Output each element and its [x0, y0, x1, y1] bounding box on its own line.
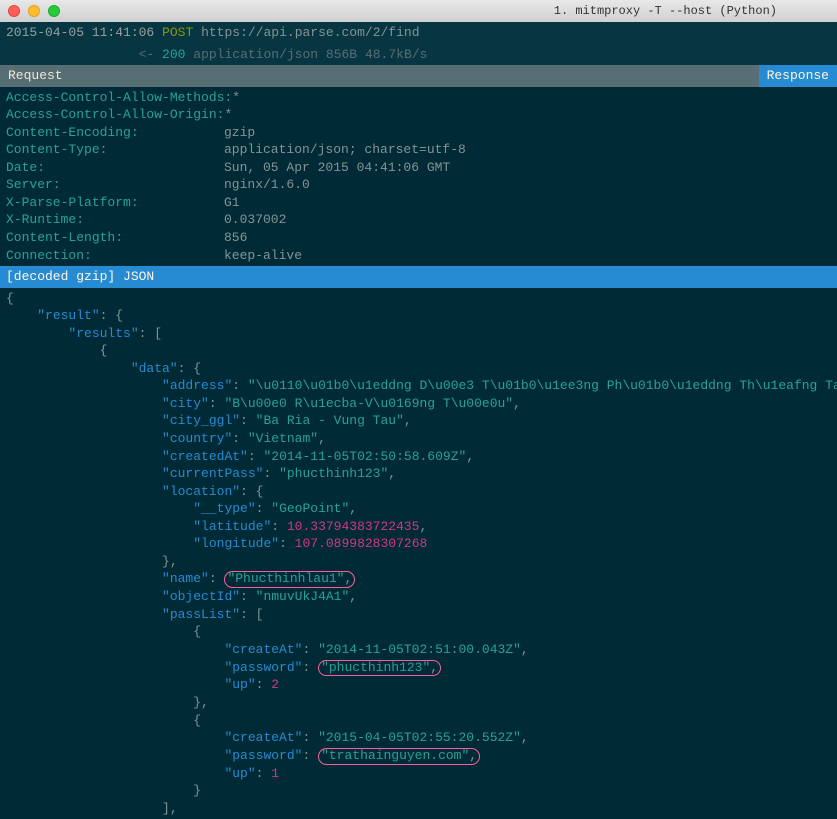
response-size: 856B	[326, 47, 357, 62]
header-key: Date:	[6, 159, 224, 177]
timestamp: 2015-04-05 11:41:06	[6, 25, 154, 40]
header-row: Access-Control-Allow-Origin:*	[6, 106, 831, 124]
header-val: *	[232, 89, 240, 107]
header-row: Content-Length:856	[6, 229, 831, 247]
window-title: 1. mitmproxy -T --host (Python)	[0, 4, 837, 18]
header-key: Content-Encoding:	[6, 124, 224, 142]
header-key: X-Parse-Platform:	[6, 194, 224, 212]
terminal-content: 2015-04-05 11:41:06 POST https://api.par…	[0, 22, 837, 819]
tab-response[interactable]: Response	[759, 65, 837, 87]
header-row: Content-Encoding:gzip	[6, 124, 831, 142]
header-key: Access-Control-Allow-Methods:	[6, 89, 232, 107]
header-key: Access-Control-Allow-Origin:	[6, 106, 224, 124]
header-row: Server:nginx/1.6.0	[6, 176, 831, 194]
highlight-name: "Phucthinhlau1",	[224, 571, 355, 588]
highlight-password-1: "phucthinh123",	[318, 660, 441, 677]
close-icon[interactable]	[8, 5, 20, 17]
header-row: X-Runtime:0.037002	[6, 211, 831, 229]
header-key: Server:	[6, 176, 224, 194]
request-url: https://api.parse.com/2/find	[201, 25, 419, 40]
header-row: Content-Type:application/json; charset=u…	[6, 141, 831, 159]
header-row: Date:Sun, 05 Apr 2015 04:41:06 GMT	[6, 159, 831, 177]
tab-request[interactable]: Request	[0, 65, 759, 87]
traffic-lights	[8, 5, 60, 17]
header-key: Content-Type:	[6, 141, 224, 159]
request-summary-line: 2015-04-05 11:41:06 POST https://api.par…	[0, 22, 837, 44]
zoom-icon[interactable]	[48, 5, 60, 17]
header-row: X-Parse-Platform:G1	[6, 194, 831, 212]
header-val: *	[224, 106, 232, 124]
response-summary-line: 2015-04-05 11:41:<- 200 application/json…	[0, 44, 837, 66]
header-val: Sun, 05 Apr 2015 04:41:06 GMT	[224, 159, 450, 177]
window-titlebar: 1. mitmproxy -T --host (Python)	[0, 0, 837, 22]
arrow-icon: <-	[139, 47, 155, 62]
header-row: Connection:keep-alive	[6, 247, 831, 265]
json-body[interactable]: { "result": { "results": [ { "data": { "…	[0, 288, 837, 819]
header-row: Access-Control-Allow-Methods:*	[6, 89, 831, 107]
header-key: Connection:	[6, 247, 224, 265]
http-method: POST	[162, 25, 193, 40]
header-key: X-Runtime:	[6, 211, 224, 229]
minimize-icon[interactable]	[28, 5, 40, 17]
status-code: 200	[162, 47, 185, 62]
tab-bar: Request Response	[0, 65, 837, 87]
header-key: Content-Length:	[6, 229, 224, 247]
response-mime: application/json	[193, 47, 318, 62]
header-val: keep-alive	[224, 247, 302, 265]
header-val: gzip	[224, 124, 255, 142]
header-val: nginx/1.6.0	[224, 176, 310, 194]
response-rate: 48.7kB/s	[365, 47, 427, 62]
response-headers: Access-Control-Allow-Methods:* Access-Co…	[0, 87, 837, 266]
header-val: G1	[224, 194, 240, 212]
header-val: 0.037002	[224, 211, 286, 229]
header-val: 856	[224, 229, 247, 247]
highlight-password-2: "trathainguyen.com",	[318, 748, 480, 765]
header-val: application/json; charset=utf-8	[224, 141, 466, 159]
decoded-indicator: [decoded gzip] JSON	[0, 266, 837, 288]
